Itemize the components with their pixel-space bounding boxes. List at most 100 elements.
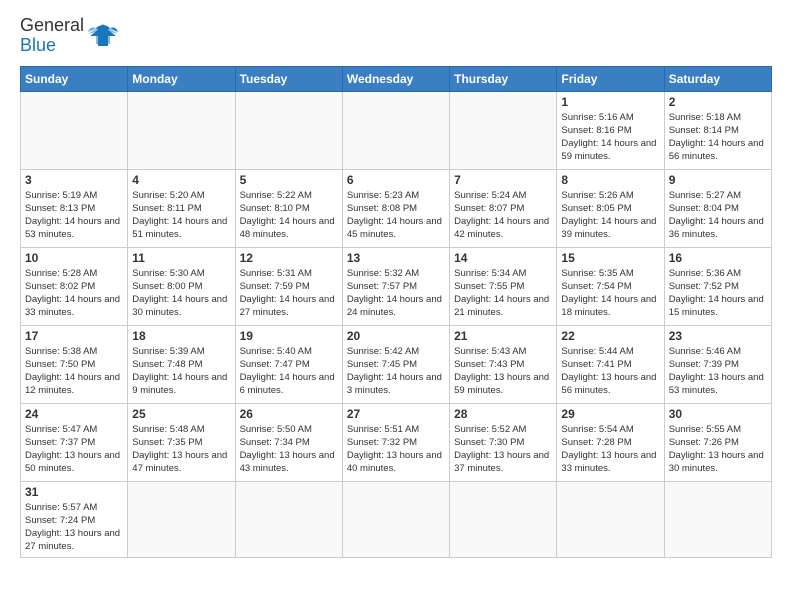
sun-info: Sunrise: 5:34 AM Sunset: 7:55 PM Dayligh… [454, 267, 552, 320]
day-number: 10 [25, 251, 123, 265]
sun-info: Sunrise: 5:16 AM Sunset: 8:16 PM Dayligh… [561, 111, 659, 164]
calendar-cell [450, 481, 557, 557]
calendar-cell: 2 Sunrise: 5:18 AM Sunset: 8:14 PM Daylig… [664, 91, 771, 169]
calendar-cell [128, 481, 235, 557]
calendar-cell: 6 Sunrise: 5:23 AM Sunset: 8:08 PM Daylig… [342, 169, 449, 247]
weekday-header-row: SundayMondayTuesdayWednesdayThursdayFrid… [21, 66, 772, 91]
calendar-cell: 10 Sunrise: 5:28 AM Sunset: 8:02 PM Dayli… [21, 247, 128, 325]
day-number: 13 [347, 251, 445, 265]
day-number: 20 [347, 329, 445, 343]
calendar-cell: 29 Sunrise: 5:54 AM Sunset: 7:28 PM Dayli… [557, 403, 664, 481]
day-number: 9 [669, 173, 767, 187]
day-number: 12 [240, 251, 338, 265]
sun-info: Sunrise: 5:54 AM Sunset: 7:28 PM Dayligh… [561, 423, 659, 476]
day-number: 28 [454, 407, 552, 421]
calendar-cell: 17Sunrise: 5:38 AM Sunset: 7:50 PM Dayli… [21, 325, 128, 403]
logo-bird-icon [88, 22, 118, 50]
weekday-header-friday: Friday [557, 66, 664, 91]
calendar-cell [235, 91, 342, 169]
day-number: 24 [25, 407, 123, 421]
header: General Blue [20, 16, 772, 56]
calendar-week-row: 17Sunrise: 5:38 AM Sunset: 7:50 PM Dayli… [21, 325, 772, 403]
calendar-cell: 13 Sunrise: 5:32 AM Sunset: 7:57 PM Dayli… [342, 247, 449, 325]
calendar-cell [664, 481, 771, 557]
calendar-cell: 31 Sunrise: 5:57 AM Sunset: 7:24 PM Dayli… [21, 481, 128, 557]
calendar-cell: 14 Sunrise: 5:34 AM Sunset: 7:55 PM Dayli… [450, 247, 557, 325]
sun-info: Sunrise: 5:43 AM Sunset: 7:43 PM Dayligh… [454, 345, 552, 398]
weekday-header-monday: Monday [128, 66, 235, 91]
sun-info: Sunrise: 5:22 AM Sunset: 8:10 PM Dayligh… [240, 189, 338, 242]
calendar-cell [342, 91, 449, 169]
sun-info: Sunrise: 5:32 AM Sunset: 7:57 PM Dayligh… [347, 267, 445, 320]
sun-info: Sunrise: 5:24 AM Sunset: 8:07 PM Dayligh… [454, 189, 552, 242]
calendar-cell: 19Sunrise: 5:40 AM Sunset: 7:47 PM Dayli… [235, 325, 342, 403]
day-number: 7 [454, 173, 552, 187]
sun-info: Sunrise: 5:27 AM Sunset: 8:04 PM Dayligh… [669, 189, 767, 242]
calendar-cell: 21 Sunrise: 5:43 AM Sunset: 7:43 PM Dayli… [450, 325, 557, 403]
sun-info: Sunrise: 5:52 AM Sunset: 7:30 PM Dayligh… [454, 423, 552, 476]
day-number: 15 [561, 251, 659, 265]
sun-info: Sunrise: 5:57 AM Sunset: 7:24 PM Dayligh… [25, 501, 123, 554]
calendar-cell: 20 Sunrise: 5:42 AM Sunset: 7:45 PM Dayli… [342, 325, 449, 403]
sun-info: Sunrise: 5:36 AM Sunset: 7:52 PM Dayligh… [669, 267, 767, 320]
day-number: 31 [25, 485, 123, 499]
sun-info: Sunrise: 5:40 AM Sunset: 7:47 PM Dayligh… [240, 345, 338, 398]
calendar-cell: 15 Sunrise: 5:35 AM Sunset: 7:54 PM Dayli… [557, 247, 664, 325]
sun-info: Sunrise: 5:19 AM Sunset: 8:13 PM Dayligh… [25, 189, 123, 242]
sun-info: Sunrise: 5:47 AM Sunset: 7:37 PM Dayligh… [25, 423, 123, 476]
calendar-cell: 18 Sunrise: 5:39 AM Sunset: 7:48 PM Dayli… [128, 325, 235, 403]
calendar-cell [128, 91, 235, 169]
sun-info: Sunrise: 5:46 AM Sunset: 7:39 PM Dayligh… [669, 345, 767, 398]
day-number: 8 [561, 173, 659, 187]
calendar-cell [21, 91, 128, 169]
calendar-week-row: 31 Sunrise: 5:57 AM Sunset: 7:24 PM Dayli… [21, 481, 772, 557]
sun-info: Sunrise: 5:42 AM Sunset: 7:45 PM Dayligh… [347, 345, 445, 398]
sun-info: Sunrise: 5:23 AM Sunset: 8:08 PM Dayligh… [347, 189, 445, 242]
calendar-cell: 8 Sunrise: 5:26 AM Sunset: 8:05 PM Daylig… [557, 169, 664, 247]
day-number: 5 [240, 173, 338, 187]
sun-info: Sunrise: 5:44 AM Sunset: 7:41 PM Dayligh… [561, 345, 659, 398]
sun-info: Sunrise: 5:28 AM Sunset: 8:02 PM Dayligh… [25, 267, 123, 320]
day-number: 25 [132, 407, 230, 421]
sun-info: Sunrise: 5:26 AM Sunset: 8:05 PM Dayligh… [561, 189, 659, 242]
day-number: 11 [132, 251, 230, 265]
day-number: 22 [561, 329, 659, 343]
day-number: 14 [454, 251, 552, 265]
calendar-cell: 1Sunrise: 5:16 AM Sunset: 8:16 PM Daylig… [557, 91, 664, 169]
calendar-cell [342, 481, 449, 557]
calendar-cell: 16 Sunrise: 5:36 AM Sunset: 7:52 PM Dayli… [664, 247, 771, 325]
day-number: 27 [347, 407, 445, 421]
day-number: 21 [454, 329, 552, 343]
calendar-cell: 9 Sunrise: 5:27 AM Sunset: 8:04 PM Daylig… [664, 169, 771, 247]
sun-info: Sunrise: 5:30 AM Sunset: 8:00 PM Dayligh… [132, 267, 230, 320]
day-number: 3 [25, 173, 123, 187]
weekday-header-tuesday: Tuesday [235, 66, 342, 91]
calendar-table: SundayMondayTuesdayWednesdayThursdayFrid… [20, 66, 772, 558]
sun-info: Sunrise: 5:38 AM Sunset: 7:50 PM Dayligh… [25, 345, 123, 398]
sun-info: Sunrise: 5:39 AM Sunset: 7:48 PM Dayligh… [132, 345, 230, 398]
calendar-cell: 24 Sunrise: 5:47 AM Sunset: 7:37 PM Dayli… [21, 403, 128, 481]
sun-info: Sunrise: 5:18 AM Sunset: 8:14 PM Dayligh… [669, 111, 767, 164]
sun-info: Sunrise: 5:55 AM Sunset: 7:26 PM Dayligh… [669, 423, 767, 476]
day-number: 16 [669, 251, 767, 265]
calendar-cell: 30Sunrise: 5:55 AM Sunset: 7:26 PM Dayli… [664, 403, 771, 481]
sun-info: Sunrise: 5:35 AM Sunset: 7:54 PM Dayligh… [561, 267, 659, 320]
sun-info: Sunrise: 5:48 AM Sunset: 7:35 PM Dayligh… [132, 423, 230, 476]
day-number: 4 [132, 173, 230, 187]
logo-text2: Blue [20, 36, 84, 56]
sun-info: Sunrise: 5:31 AM Sunset: 7:59 PM Dayligh… [240, 267, 338, 320]
calendar-cell [450, 91, 557, 169]
calendar-cell: 25 Sunrise: 5:48 AM Sunset: 7:35 PM Dayli… [128, 403, 235, 481]
calendar-cell [557, 481, 664, 557]
calendar-cell: 12 Sunrise: 5:31 AM Sunset: 7:59 PM Dayli… [235, 247, 342, 325]
calendar-week-row: 10 Sunrise: 5:28 AM Sunset: 8:02 PM Dayli… [21, 247, 772, 325]
calendar-week-row: 1Sunrise: 5:16 AM Sunset: 8:16 PM Daylig… [21, 91, 772, 169]
calendar-cell: 28 Sunrise: 5:52 AM Sunset: 7:30 PM Dayli… [450, 403, 557, 481]
day-number: 6 [347, 173, 445, 187]
weekday-header-saturday: Saturday [664, 66, 771, 91]
day-number: 18 [132, 329, 230, 343]
page: General Blue SundayMondayTuesdayWe [0, 0, 792, 568]
day-number: 29 [561, 407, 659, 421]
day-number: 26 [240, 407, 338, 421]
day-number: 2 [669, 95, 767, 109]
